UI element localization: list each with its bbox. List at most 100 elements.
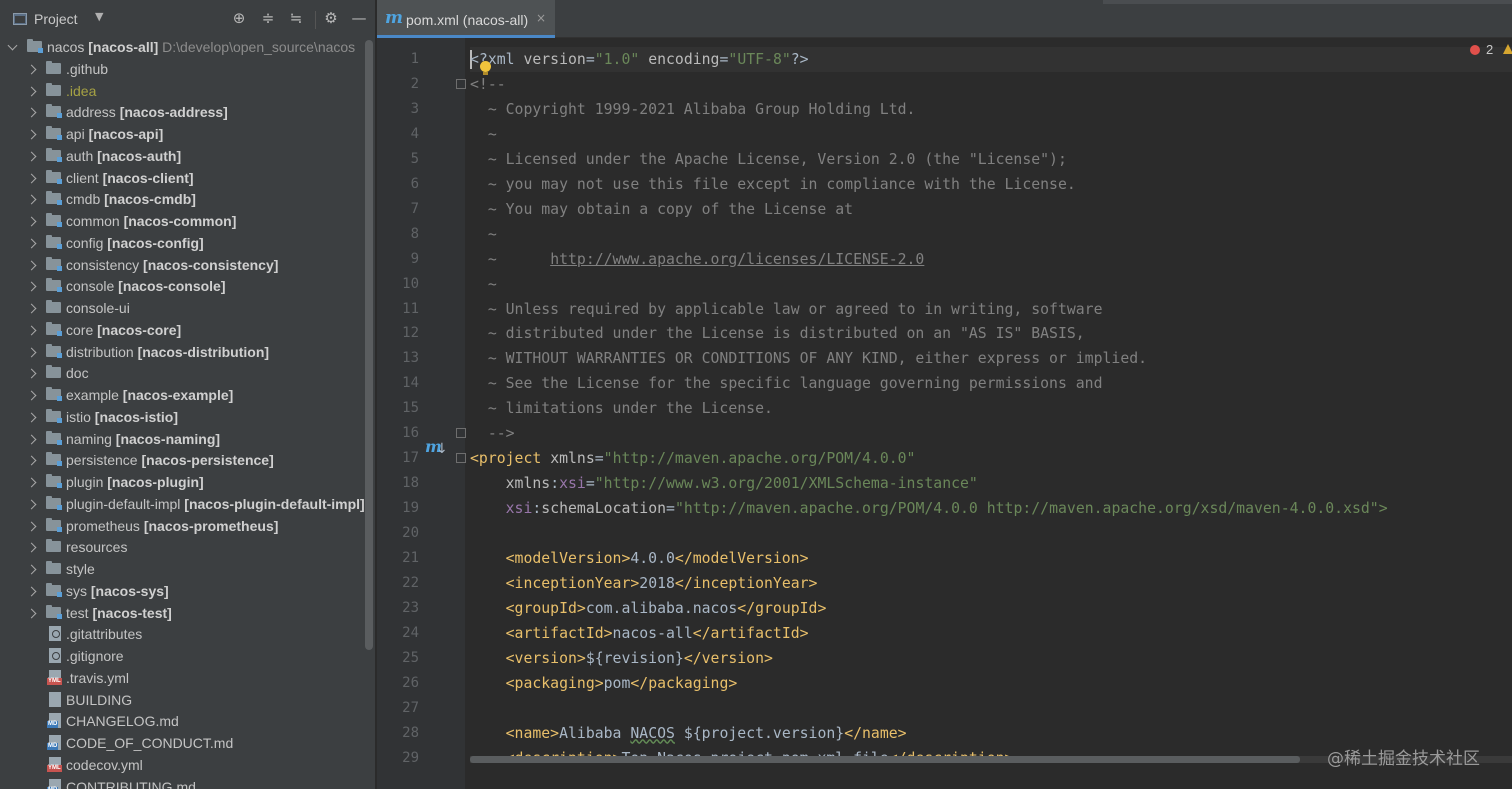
gear-icon[interactable]: ⚙: [322, 9, 340, 27]
tree-folder-item[interactable]: .idea: [0, 80, 375, 102]
tree-folder-item[interactable]: istio [nacos-istio]: [0, 406, 375, 428]
editor-gutter[interactable]: 1 2 3 4 5 6 7 8 9 10 11 12 13 14 15 16 17 18 19 20 21 22 23 24 2…: [377, 38, 466, 789]
chevron-right-icon[interactable]: [27, 254, 37, 276]
tree-file-item[interactable]: CODE_OF_CONDUCT.md: [0, 732, 375, 754]
chevron-right-icon[interactable]: [27, 123, 37, 145]
tree-folder-item[interactable]: plugin [nacos-plugin]: [0, 471, 375, 493]
chevron-right-icon[interactable]: [27, 58, 37, 80]
chevron-right-icon[interactable]: [27, 580, 37, 602]
code-line[interactable]: <version>${revision}</version>: [470, 646, 773, 671]
chevron-down-icon[interactable]: [8, 36, 18, 58]
minimize-icon[interactable]: —: [350, 9, 368, 27]
fold-close-icon[interactable]: [456, 428, 466, 439]
code-line[interactable]: ~ WITHOUT WARRANTIES OR CONDITIONS OF AN…: [470, 346, 1147, 371]
tree-folder-item[interactable]: nacos [nacos-all] D:\develop\open_source…: [0, 36, 375, 58]
chevron-right-icon[interactable]: [27, 145, 37, 167]
tree-folder-item[interactable]: test [nacos-test]: [0, 602, 375, 624]
tree-folder-item[interactable]: style: [0, 558, 375, 580]
chevron-right-icon[interactable]: [27, 384, 37, 406]
tree-folder-item[interactable]: doc: [0, 362, 375, 384]
code-line[interactable]: ~: [470, 122, 497, 147]
code-line[interactable]: xsi:schemaLocation="http://maven.apache.…: [470, 496, 1388, 521]
locate-icon[interactable]: ⊕: [230, 9, 248, 27]
fold-open-icon[interactable]: [456, 78, 466, 89]
tree-folder-item[interactable]: client [nacos-client]: [0, 167, 375, 189]
expand-all-icon[interactable]: ≑: [259, 9, 277, 27]
code-line[interactable]: ~: [470, 272, 497, 297]
code-line[interactable]: ~: [470, 222, 497, 247]
tab-pom-xml[interactable]: m pom.xml (nacos-all) ×: [377, 0, 555, 38]
code-line[interactable]: <artifactId>nacos-all</artifactId>: [470, 621, 809, 646]
tree-folder-item[interactable]: console [nacos-console]: [0, 275, 375, 297]
code-line[interactable]: <groupId>com.alibaba.nacos</groupId>: [470, 596, 827, 621]
tree-folder-item[interactable]: .github: [0, 58, 375, 80]
fold-open-icon[interactable]: [456, 453, 466, 464]
chevron-right-icon[interactable]: [27, 493, 37, 515]
scrollbar-thumb[interactable]: [470, 756, 1300, 763]
chevron-right-icon[interactable]: [27, 188, 37, 210]
tree-folder-item[interactable]: common [nacos-common]: [0, 210, 375, 232]
tree-file-item[interactable]: .travis.yml: [0, 667, 375, 689]
code-line[interactable]: xmlns:xsi="http://www.w3.org/2001/XMLSch…: [470, 471, 978, 496]
code-line[interactable]: <?xml version="1.0" encoding="UTF-8"?>: [470, 47, 809, 72]
code-line[interactable]: <project xmlns="http://maven.apache.org/…: [470, 446, 915, 471]
tree-folder-item[interactable]: console-ui: [0, 297, 375, 319]
tree-file-item[interactable]: .gitattributes: [0, 623, 375, 645]
code-line[interactable]: ~ Copyright 1999-2021 Alibaba Group Hold…: [470, 97, 916, 122]
code-line[interactable]: ~ distributed under the License is distr…: [470, 321, 1085, 346]
chevron-right-icon[interactable]: [27, 210, 37, 232]
code-line[interactable]: -->: [470, 421, 515, 446]
tree-folder-item[interactable]: naming [nacos-naming]: [0, 428, 375, 450]
chevron-right-icon[interactable]: [27, 80, 37, 102]
chevron-down-icon[interactable]: ▼: [95, 10, 103, 23]
tree-file-item[interactable]: .gitignore: [0, 645, 375, 667]
code-line[interactable]: <description>Top Nacos project pom.xml f…: [470, 746, 1014, 756]
chevron-right-icon[interactable]: [27, 428, 37, 450]
lightbulb-icon[interactable]: [480, 61, 491, 75]
tree-folder-item[interactable]: auth [nacos-auth]: [0, 145, 375, 167]
code-line[interactable]: ~ you may not use this file except in co…: [470, 172, 1076, 197]
inspection-widget[interactable]: 2: [1470, 42, 1493, 57]
chevron-right-icon[interactable]: [27, 558, 37, 580]
code-line[interactable]: ~ Licensed under the Apache License, Ver…: [470, 147, 1067, 172]
chevron-right-icon[interactable]: [27, 471, 37, 493]
code-line[interactable]: <packaging>pom</packaging>: [470, 671, 738, 696]
tree-folder-item[interactable]: persistence [nacos-persistence]: [0, 449, 375, 471]
chevron-right-icon[interactable]: [27, 362, 37, 384]
close-icon[interactable]: ×: [536, 11, 546, 25]
chevron-right-icon[interactable]: [27, 449, 37, 471]
chevron-right-icon[interactable]: [27, 232, 37, 254]
tree-folder-item[interactable]: example [nacos-example]: [0, 384, 375, 406]
code-line[interactable]: <inceptionYear>2018</inceptionYear>: [470, 571, 818, 596]
code-line[interactable]: <!--: [470, 72, 506, 97]
tree-folder-item[interactable]: cmdb [nacos-cmdb]: [0, 188, 375, 210]
code-line[interactable]: <modelVersion>4.0.0</modelVersion>: [470, 546, 809, 571]
tree-folder-item[interactable]: sys [nacos-sys]: [0, 580, 375, 602]
arrow-down-icon[interactable]: ↓: [436, 441, 448, 457]
tree-folder-item[interactable]: prometheus [nacos-prometheus]: [0, 515, 375, 537]
code-line[interactable]: ~ You may obtain a copy of the License a…: [470, 197, 853, 222]
tree-folder-item[interactable]: distribution [nacos-distribution]: [0, 341, 375, 363]
tree-file-item[interactable]: codecov.yml: [0, 754, 375, 776]
tree-folder-item[interactable]: config [nacos-config]: [0, 232, 375, 254]
project-view-selector[interactable]: Project: [34, 11, 78, 27]
tree-file-item[interactable]: CHANGELOG.md: [0, 710, 375, 732]
chevron-right-icon[interactable]: [27, 406, 37, 428]
tree-folder-item[interactable]: address [nacos-address]: [0, 101, 375, 123]
tree-folder-item[interactable]: plugin-default-impl [nacos-plugin-defaul…: [0, 493, 375, 515]
tree-folder-item[interactable]: consistency [nacos-consistency]: [0, 254, 375, 276]
code-line[interactable]: ~ See the License for the specific langu…: [470, 371, 1103, 396]
code-view[interactable]: <?xml version="1.0" encoding="UTF-8"?> <!…: [470, 38, 1512, 756]
chevron-right-icon[interactable]: [27, 536, 37, 558]
tree-file-item[interactable]: BUILDING: [0, 689, 375, 711]
tree-folder-item[interactable]: resources: [0, 536, 375, 558]
chevron-right-icon[interactable]: [27, 515, 37, 537]
collapse-all-icon[interactable]: ≒: [287, 9, 305, 27]
chevron-right-icon[interactable]: [27, 297, 37, 319]
chevron-right-icon[interactable]: [27, 101, 37, 123]
chevron-right-icon[interactable]: [27, 275, 37, 297]
chevron-right-icon[interactable]: [27, 167, 37, 189]
chevron-right-icon[interactable]: [27, 341, 37, 363]
project-scrollbar[interactable]: [365, 40, 373, 650]
warning-icon[interactable]: [1503, 44, 1512, 54]
